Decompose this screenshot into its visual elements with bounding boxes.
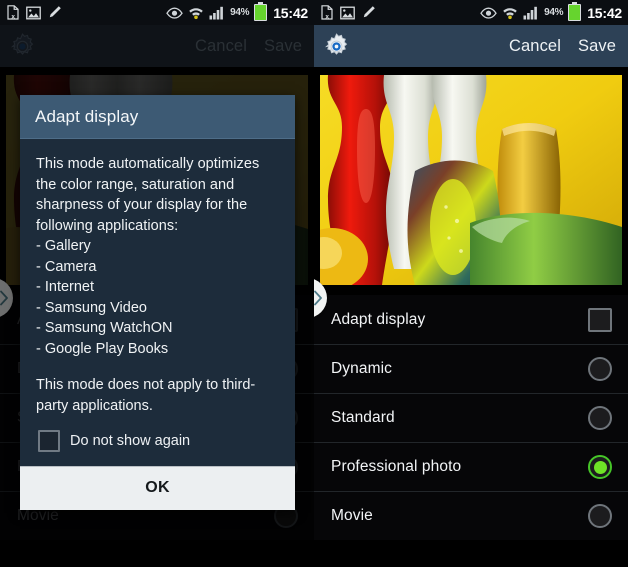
signal-bars-icon	[523, 6, 537, 19]
status-bar-clock: 15:42	[587, 4, 622, 21]
option-label: Dynamic	[331, 360, 392, 377]
preview-image-right	[314, 67, 628, 295]
pencil-icon	[363, 6, 375, 18]
option-label: Standard	[331, 409, 395, 426]
action-bar-right: Cancel Save	[314, 25, 628, 67]
bottom-filler-right	[314, 540, 628, 567]
status-bar-left: x 94% 15:42	[0, 0, 314, 25]
eye-icon	[480, 7, 497, 19]
save-button[interactable]: Save	[578, 37, 616, 56]
battery-icon	[568, 2, 582, 21]
status-bar-system-icons: 94% 15:42	[480, 2, 622, 21]
svg-text:x: x	[325, 13, 329, 20]
status-bar-right: x 94% 15:42	[314, 0, 628, 25]
standard-radio[interactable]	[588, 406, 612, 430]
dialog-ok-button[interactable]: OK	[20, 466, 295, 510]
battery-percent-label: 94%	[230, 7, 250, 18]
movie-radio[interactable]	[588, 504, 612, 528]
image-icon	[26, 6, 41, 19]
glass-vases-photo	[320, 75, 622, 285]
list-item[interactable]: Adapt display	[314, 295, 628, 344]
dialog-title: Adapt display	[20, 95, 295, 139]
list-item: - Google Play Books	[36, 340, 169, 357]
list-item[interactable]: Standard	[314, 393, 628, 442]
list-item[interactable]: Movie	[314, 491, 628, 540]
list-item: - Camera	[36, 258, 97, 275]
professional-photo-radio[interactable]	[588, 455, 612, 479]
battery-icon	[254, 2, 268, 21]
battery-percent-label: 94%	[544, 7, 564, 18]
action-bar-buttons-right: Cancel Save	[509, 37, 616, 56]
list-item: - Internet	[36, 279, 95, 295]
status-bar-system-icons: 94% 15:42	[166, 2, 308, 21]
do-not-show-again-checkbox[interactable]	[38, 430, 60, 452]
list-item: - Gallery	[36, 238, 91, 254]
ok-button-label: OK	[145, 479, 170, 496]
status-bar-notification-icons: x	[321, 5, 376, 20]
left-phone-screen: x 94% 15:42 Adapt display This mode auto…	[0, 0, 314, 567]
dialog-paragraph-2: This mode does not apply to third-party …	[36, 377, 256, 414]
pencil-icon	[49, 6, 61, 18]
dialog-body: This mode automatically optimizes the co…	[20, 139, 295, 466]
list-item[interactable]: Professional photo	[314, 442, 628, 491]
adapt-display-dialog: Adapt display This mode automatically op…	[20, 95, 295, 510]
list-item[interactable]: Dynamic	[314, 344, 628, 393]
cancel-button[interactable]: Cancel	[509, 37, 561, 56]
image-icon	[340, 6, 355, 19]
adapt-display-checkbox[interactable]	[588, 307, 612, 332]
signal-bars-icon	[209, 6, 223, 19]
document-x-icon: x	[321, 5, 333, 20]
wifi-icon	[189, 8, 203, 20]
dialog-paragraph-1: This mode automatically optimizes the co…	[36, 156, 260, 234]
dialog-app-list: - Gallery - Camera - Internet - Samsung …	[36, 236, 279, 359]
dynamic-radio[interactable]	[588, 357, 612, 381]
wifi-icon	[503, 8, 517, 20]
list-item: - Samsung Video	[36, 299, 147, 316]
status-bar-notification-icons: x	[7, 5, 62, 20]
svg-text:x: x	[11, 13, 15, 20]
status-bar-clock: 15:42	[273, 4, 308, 21]
do-not-show-again-label: Do not show again	[70, 433, 191, 449]
right-phone-screen: x 94% 15:42 Cancel Save Adapt display Dy…	[314, 0, 628, 567]
chevron-right-icon	[314, 290, 322, 306]
option-label: Adapt display	[331, 310, 426, 328]
eye-icon	[166, 7, 183, 19]
settings-gear-icon[interactable]	[322, 32, 351, 61]
option-label: Movie	[331, 507, 373, 524]
list-item: - Samsung WatchON	[36, 320, 173, 336]
document-x-icon: x	[7, 5, 19, 20]
option-label: Professional photo	[331, 458, 462, 475]
dual-screenshot-stage: x 94% 15:42 Adapt display This mode auto…	[0, 0, 628, 567]
screen-mode-options-right: Adapt display Dynamic Standard Professio…	[314, 295, 628, 540]
do-not-show-again-row[interactable]: Do not show again	[36, 416, 279, 466]
